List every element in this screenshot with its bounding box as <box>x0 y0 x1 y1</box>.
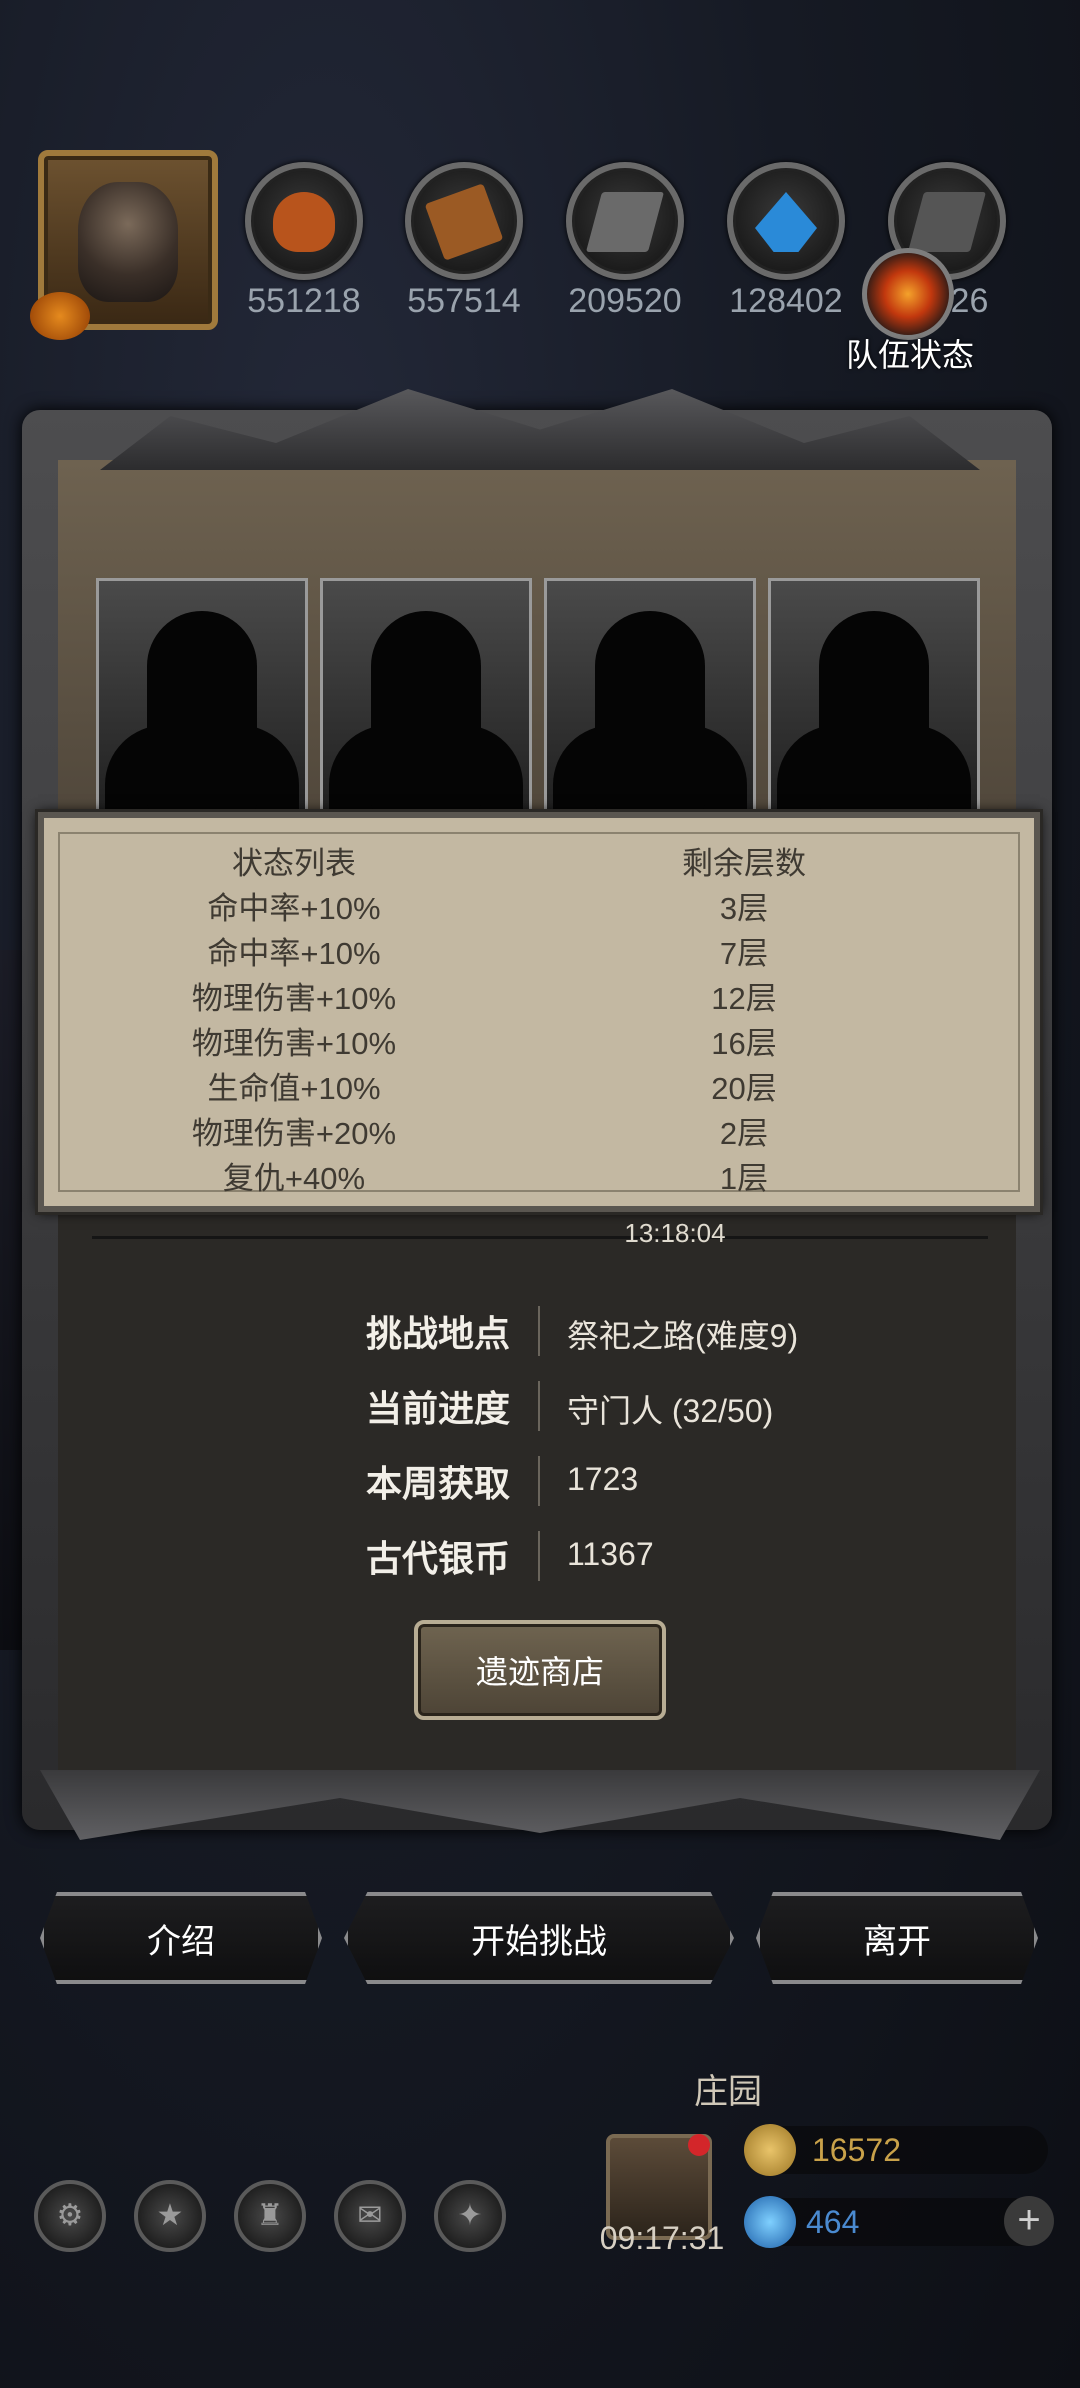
ancient-silver-value: 11367 <box>567 1536 654 1572</box>
info-separator <box>538 1531 540 1581</box>
wood-value: 557514 <box>407 282 521 320</box>
team-slot-2[interactable] <box>320 578 532 821</box>
gem-icon <box>744 2196 796 2248</box>
team-slot-3[interactable] <box>544 578 756 821</box>
intro-button[interactable]: 介绍 <box>40 1892 322 1984</box>
gold-icon <box>744 2124 796 2176</box>
silhouette-icon <box>595 611 705 821</box>
gold-value: 16572 <box>812 2132 901 2168</box>
player-avatar[interactable] <box>30 150 218 340</box>
plus-icon[interactable]: + <box>1004 2196 1054 2246</box>
iron-value: 209520 <box>568 282 682 320</box>
divider <box>92 1236 988 1239</box>
meat-icon[interactable] <box>245 162 363 280</box>
current-progress-value: 守门人 (32/50) <box>567 1393 774 1429</box>
team-slot-4[interactable] <box>768 578 980 821</box>
challenge-location-value: 祭祀之路(难度9) <box>567 1318 799 1354</box>
team-status-icon[interactable] <box>862 248 954 340</box>
status-row: 物理伤害+20% 2层 <box>191 1116 769 1151</box>
manor-label: 庄园 <box>694 2073 762 2111</box>
weekly-earned-value: 1723 <box>567 1461 639 1497</box>
status-name-header: 状态列表 <box>232 846 356 881</box>
crystal-icon[interactable] <box>727 162 845 280</box>
settings-icon[interactable]: ⚙ <box>34 2180 106 2252</box>
ancient-silver-label: 古代银币 <box>365 1538 510 1579</box>
start-challenge-button[interactable]: 开始挑战 <box>344 1892 734 1984</box>
leave-button[interactable]: 离开 <box>756 1892 1038 1984</box>
status-row: 命中率+10% 7层 <box>207 936 769 971</box>
meat-value: 551218 <box>247 282 361 320</box>
silhouette-icon <box>819 611 929 821</box>
current-progress-label: 当前进度 <box>365 1388 510 1429</box>
status-layers-header: 剩余层数 <box>682 846 806 881</box>
weekly-earned-label: 本周获取 <box>365 1463 510 1504</box>
iron-icon[interactable] <box>566 162 684 280</box>
avatar-face <box>78 182 178 302</box>
star-icon[interactable]: ★ <box>134 2180 206 2252</box>
handshake-icon[interactable]: ✦ <box>434 2180 506 2252</box>
castle-icon[interactable]: ♜ <box>234 2180 306 2252</box>
pumpkin-icon <box>30 292 90 340</box>
silhouette-icon <box>147 611 257 821</box>
relic-shop-button[interactable]: 遗迹商店 <box>414 1620 666 1720</box>
gem-value: 464 <box>806 2204 860 2240</box>
challenge-location-label: 挑战地点 <box>365 1313 510 1354</box>
status-row: 命中率+10% 3层 <box>207 891 769 926</box>
info-separator <box>538 1381 540 1431</box>
status-row: 物理伤害+10% 12层 <box>191 981 777 1016</box>
crystal-value: 128402 <box>729 282 843 320</box>
notification-dot <box>688 2134 710 2156</box>
info-separator <box>538 1456 540 1506</box>
wood-icon[interactable] <box>405 162 523 280</box>
team-status-label: 队伍状态 <box>845 337 974 373</box>
countdown-timer: 13:18:04 <box>624 1218 726 1248</box>
status-list-header: 状态列表 剩余层数 <box>44 838 1034 883</box>
status-list-popup[interactable]: 状态列表 剩余层数 命中率+10% 3层 命中率+10% 7层 物理伤害+10%… <box>38 812 1040 1212</box>
status-row: 复仇+40% 1层 <box>222 1161 769 1196</box>
mail-icon[interactable]: ✉ <box>334 2180 406 2252</box>
team-slot-1[interactable] <box>96 578 308 821</box>
silhouette-icon <box>371 611 481 821</box>
gift-timer: 09:17:31 <box>599 2220 725 2256</box>
status-row: 生命值+10% 20层 <box>207 1071 777 1106</box>
status-row: 物理伤害+10% 16层 <box>191 1026 777 1061</box>
info-separator <box>538 1306 540 1356</box>
